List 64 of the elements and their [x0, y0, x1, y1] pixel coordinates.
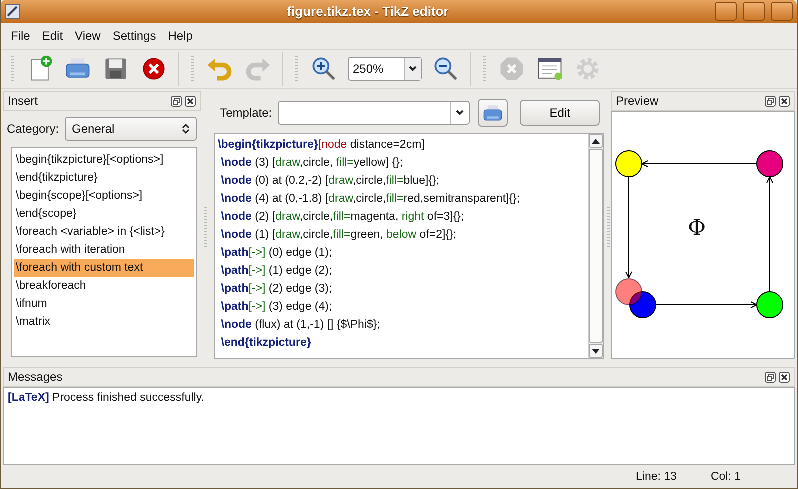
category-label: Category: [7, 122, 60, 136]
code-line: \node (2) [draw,circle,fill=magenta, right of=3]{}; [220, 210, 466, 225]
template-field[interactable] [278, 101, 470, 125]
menu-item[interactable]: Help [162, 27, 199, 45]
node-circle [756, 292, 784, 318]
list-item[interactable]: \end{scope} [14, 205, 194, 223]
menu-item[interactable]: Edit [36, 27, 70, 45]
code-line: \node (1) [draw,circle,fill=green, below of=2]{}; [220, 228, 458, 243]
code-line: \begin{tikzpicture}[node distance=2cm] [218, 138, 426, 153]
code-line: \path[->] (2) edge (3); [220, 282, 334, 297]
list-item[interactable]: \end{tikzpicture} [14, 169, 194, 187]
app-icon [5, 4, 21, 20]
message-text: [LaTeX] Process finished successfully. [8, 392, 204, 404]
category-select[interactable]: General [65, 117, 198, 141]
caret-icon [409, 66, 417, 72]
window-title: figure.tikz.tex - TikZ editor [286, 4, 450, 19]
phi-label: Φ [688, 216, 706, 241]
close-button[interactable] [771, 2, 793, 21]
float-icon[interactable] [171, 96, 182, 106]
node-circle [629, 292, 656, 318]
edit-button[interactable]: Edit [520, 100, 600, 126]
list-item[interactable]: \begin{tikzpicture}[<options>] [14, 151, 194, 169]
template-label: Template: [220, 106, 272, 120]
list-item[interactable]: \matrix [14, 313, 194, 331]
caret-icon [456, 110, 464, 116]
code-line: \node (4) at (0,-1.8) [draw,circle,fill=red,semitransparent]{}; [220, 192, 522, 207]
code-line: \path[->] (3) edge (4); [220, 300, 334, 315]
minimize-button[interactable] [715, 2, 737, 21]
float-icon[interactable] [764, 96, 776, 106]
panel-title: Preview [616, 94, 659, 108]
code-line: \node (0) at (0.2,-2) [draw,circle,fill=blue]{}; [220, 174, 441, 189]
scroll-down-icon[interactable] [592, 348, 600, 354]
zoom-combo[interactable]: 250% [348, 57, 422, 81]
code-line: \node (flux) at (1,-1) [] {$\Phi$}; [220, 318, 382, 333]
close-icon[interactable] [778, 96, 790, 106]
scrollbar[interactable] [588, 134, 604, 358]
list-item[interactable]: \foreach with custom text [14, 259, 194, 277]
close-icon[interactable] [185, 96, 196, 106]
code-line: \path[->] (0) edge (1); [220, 246, 334, 261]
node-circle [615, 150, 642, 178]
list-item[interactable]: \foreach <variable> in {<list>} [14, 223, 194, 241]
panel-title: Messages [8, 370, 63, 384]
maximize-button[interactable] [743, 2, 765, 21]
code-line: \path[->] (1) edge (2); [220, 264, 334, 279]
column-indicator: Col: 1 [710, 471, 741, 483]
menu-item[interactable]: Settings [106, 27, 162, 45]
code-editor[interactable] [214, 133, 604, 359]
list-item[interactable]: \begin{scope}[<options>] [14, 187, 194, 205]
print-button[interactable] [478, 99, 508, 127]
close-icon[interactable] [779, 372, 790, 382]
scroll-up-icon[interactable] [592, 138, 600, 144]
menu-item[interactable]: File [5, 27, 36, 45]
panel-title: Insert [8, 94, 38, 108]
line-indicator: Line: 13 [636, 471, 677, 483]
node-circle [615, 278, 642, 306]
node-circle [756, 150, 784, 178]
code-line: \node (3) [draw,circle, fill=yellow] {}; [220, 156, 404, 171]
list-item[interactable]: \ifnum [14, 295, 194, 313]
float-icon[interactable] [765, 372, 776, 382]
list-item[interactable]: \breakforeach [14, 277, 194, 295]
list-item[interactable]: \foreach with iteration [14, 241, 194, 259]
menu-item[interactable]: View [69, 27, 107, 45]
code-line: \end{tikzpicture} [220, 336, 312, 351]
spinner-icon [182, 123, 190, 135]
